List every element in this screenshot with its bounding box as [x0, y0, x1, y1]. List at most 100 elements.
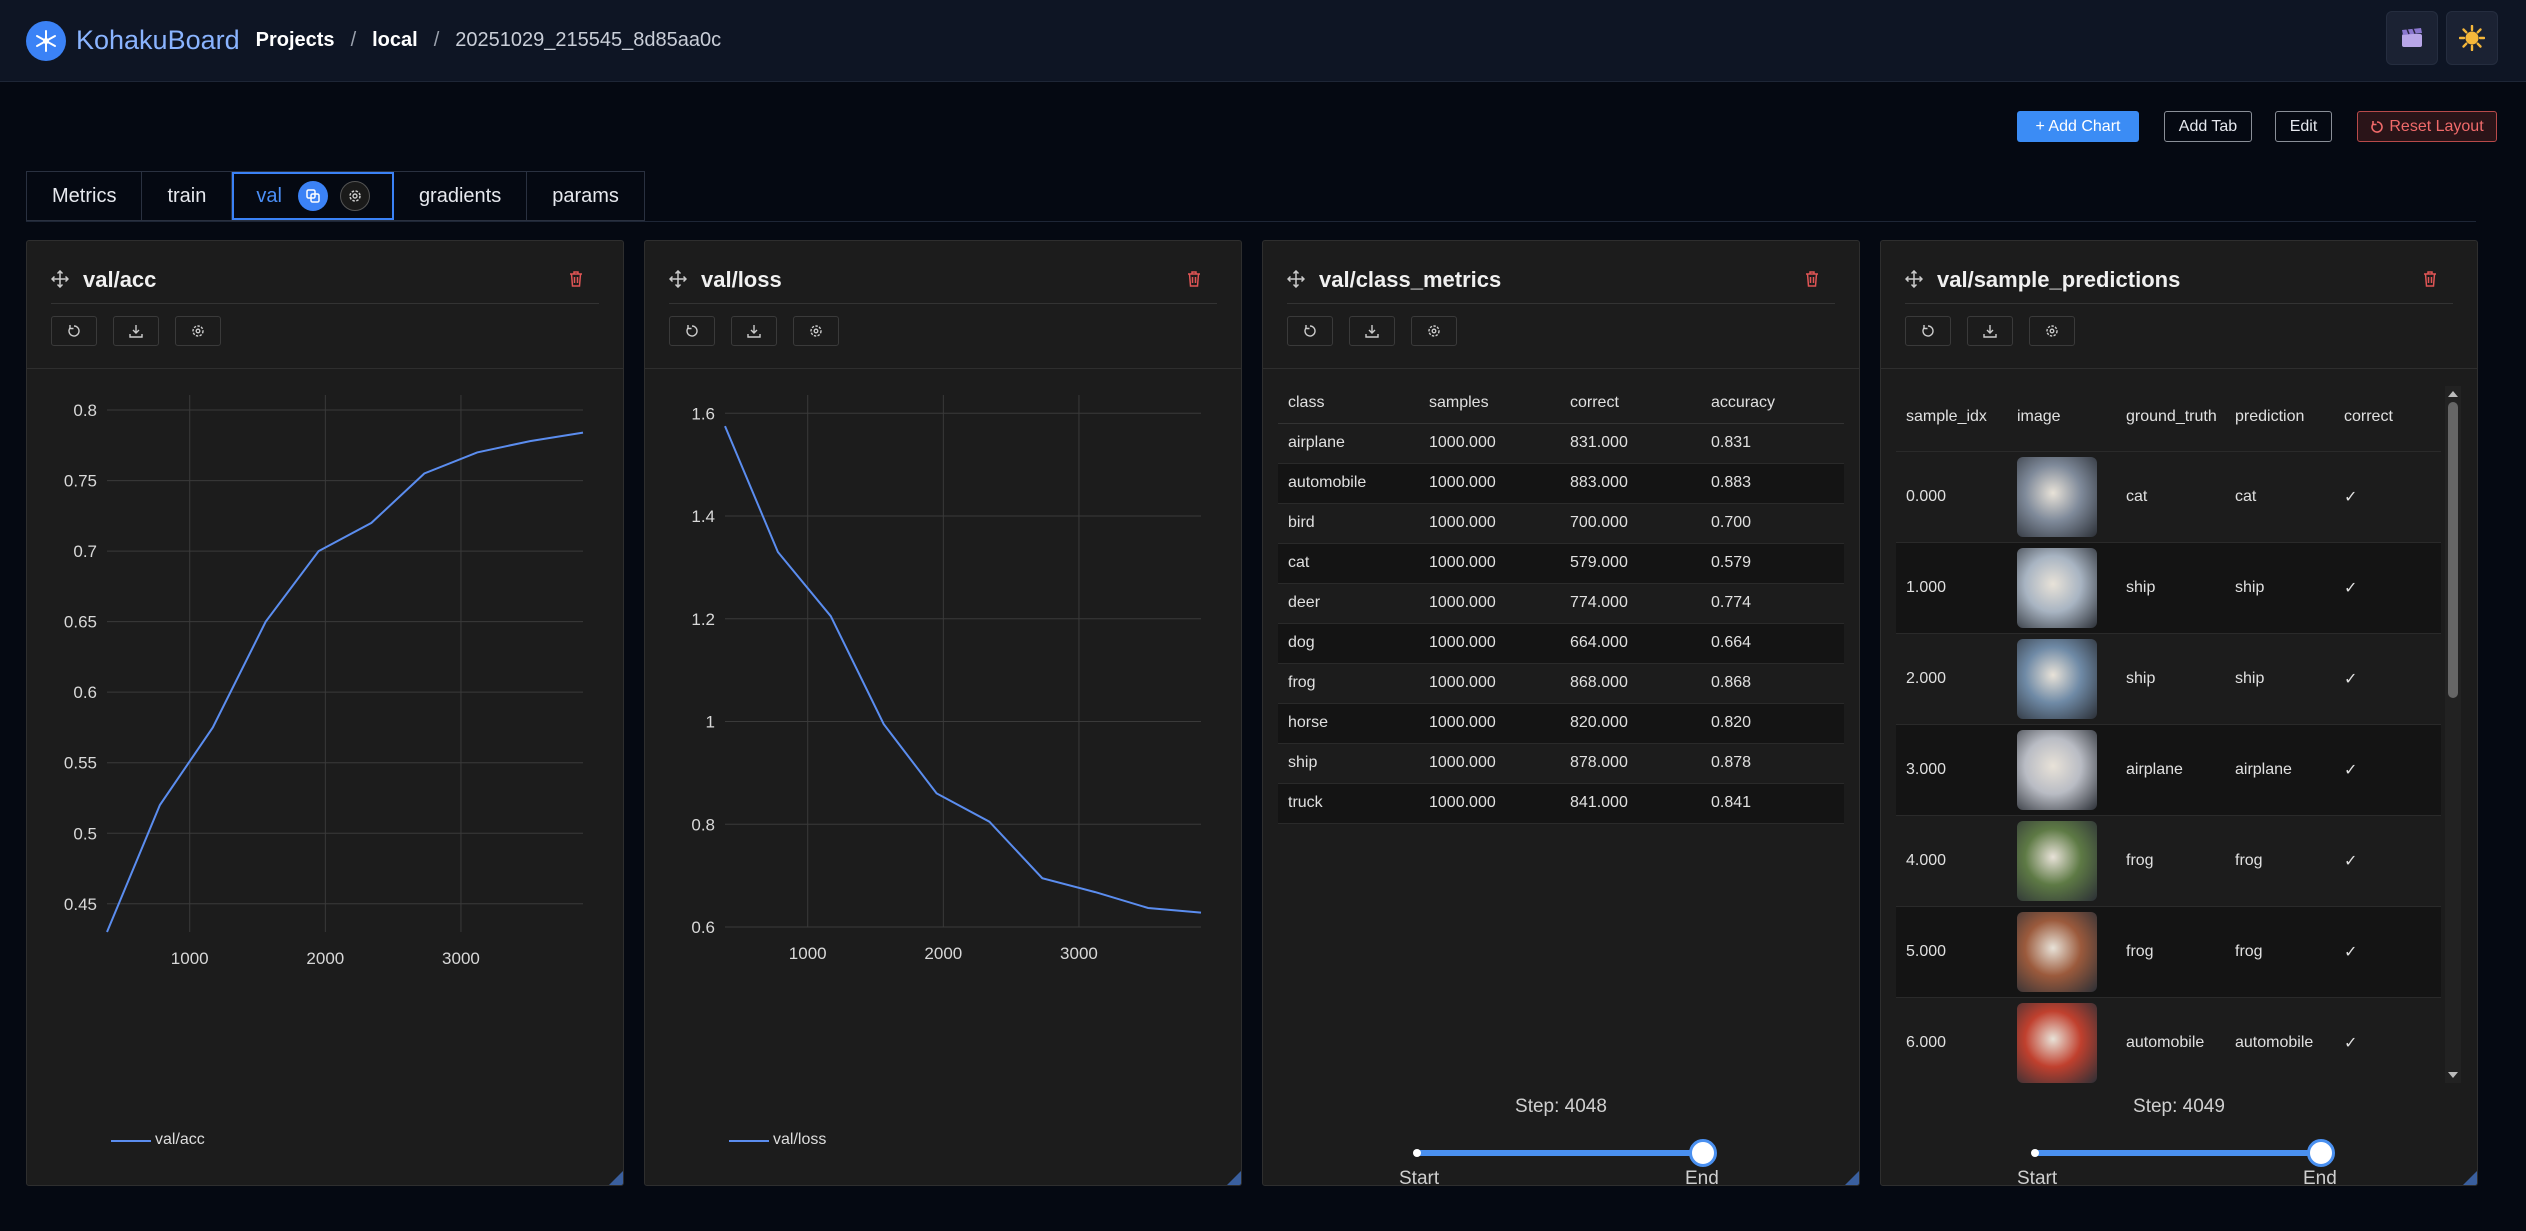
table-cell: 0.883: [1701, 463, 1844, 504]
automobile-photo[interactable]: [2017, 1002, 2097, 1083]
table-cell: 1000.000: [1419, 663, 1560, 704]
slider-start-label: Start: [2017, 1168, 2058, 1186]
tab-val[interactable]: val: [232, 172, 394, 220]
kohaku-logo-icon[interactable]: [26, 20, 66, 61]
drag-move-icon[interactable]: [1905, 270, 1923, 288]
refresh-button[interactable]: [669, 316, 715, 346]
correct-cell: ✓: [2334, 450, 2441, 542]
y-tick-label: 1.2: [691, 610, 715, 629]
edit-button[interactable]: Edit: [2275, 111, 2332, 142]
cat-photo[interactable]: [2017, 456, 2097, 537]
drag-move-icon[interactable]: [669, 270, 687, 288]
clapperboard-button[interactable]: [2386, 11, 2438, 65]
ground-truth-cell: frog: [2116, 905, 2225, 997]
drag-move-icon[interactable]: [1287, 270, 1305, 288]
ship-photo[interactable]: [2017, 547, 2097, 628]
scroll-down-arrow-icon[interactable]: [2445, 1067, 2461, 1083]
trash-icon[interactable]: [2423, 271, 2437, 287]
column-header[interactable]: image: [2007, 383, 2116, 451]
download-button[interactable]: [113, 316, 159, 346]
chart-settings-button[interactable]: [175, 316, 221, 346]
tab-train[interactable]: train: [142, 172, 233, 220]
breadcrumb-project[interactable]: local: [372, 29, 418, 52]
column-header[interactable]: samples: [1419, 383, 1560, 424]
tab-settings-button[interactable]: [339, 181, 370, 211]
vertical-scrollbar[interactable]: [2445, 386, 2461, 1083]
legend-label[interactable]: val/acc: [155, 1131, 205, 1149]
resize-handle[interactable]: [1845, 1171, 1859, 1185]
tab-gradients[interactable]: gradients: [394, 172, 528, 220]
refresh-button[interactable]: [51, 316, 97, 346]
add-chart-button[interactable]: + Add Chart: [2017, 111, 2139, 142]
airplane-photo[interactable]: [2017, 729, 2097, 810]
table-cell: frog: [1278, 663, 1419, 704]
breadcrumb-separator: /: [433, 29, 440, 51]
table-cell: 664.000: [1560, 623, 1701, 664]
column-header[interactable]: prediction: [2225, 383, 2334, 451]
tab-params[interactable]: params: [527, 172, 644, 220]
table-row: truck 1000.000 841.000 0.841: [1278, 783, 1844, 824]
val-acc-chart[interactable]: 0.45 0.5 0.55 0.6 0.65 0.7 0.75 0.8 1000 2000 3000: [27, 370, 624, 1180]
column-header[interactable]: accuracy: [1701, 383, 1844, 424]
card-header: val/loss: [645, 241, 1241, 369]
val-loss-chart[interactable]: 0.6 0.8 1 1.2 1.4 1.6 1000 2000 3000: [645, 370, 1242, 1180]
resize-handle[interactable]: [609, 1171, 623, 1185]
chart-settings-button[interactable]: [793, 316, 839, 346]
column-header[interactable]: class: [1278, 383, 1419, 424]
frog-photo[interactable]: [2017, 820, 2097, 901]
reset-layout-button[interactable]: Reset Layout: [2357, 111, 2497, 142]
table-header-row: class samples correct accuracy: [1278, 383, 1844, 424]
app-name[interactable]: KohakuBoard: [76, 25, 240, 56]
resize-handle[interactable]: [2463, 1171, 2477, 1185]
chart-card-val-acc: val/acc 0.45 0.5 0.55 0.6 0.65 0.7 0.75 0.8 1000…: [26, 240, 624, 1186]
step-slider-end-handle[interactable]: [1689, 1139, 1717, 1167]
refresh-icon: [1304, 325, 1316, 337]
series-line-val-acc: [106, 431, 584, 933]
trash-icon[interactable]: [569, 271, 583, 287]
frog-photo[interactable]: [2017, 911, 2097, 992]
sample-predictions-scroll-area[interactable]: sample_idx image ground_truth prediction…: [1896, 383, 2441, 1088]
copy-tab-button[interactable]: [297, 181, 328, 211]
step-slider-start-handle[interactable]: [1413, 1149, 1421, 1157]
ship-photo[interactable]: [2017, 638, 2097, 719]
breadcrumb-projects[interactable]: Projects: [256, 29, 335, 52]
step-slider-track[interactable]: [1417, 1150, 1702, 1156]
step-slider-track[interactable]: [2035, 1150, 2320, 1156]
column-header[interactable]: sample_idx: [1896, 383, 2007, 451]
refresh-button[interactable]: [1905, 316, 1951, 346]
step-slider-start-handle[interactable]: [2031, 1149, 2039, 1157]
download-button[interactable]: [731, 316, 777, 346]
download-button[interactable]: [1967, 316, 2013, 346]
table-cell: automobile: [1278, 463, 1419, 504]
slider-start-label: Start: [1399, 1168, 1440, 1186]
y-tick-label: 0.8: [73, 401, 97, 420]
scrollbar-thumb[interactable]: [2448, 402, 2458, 698]
table-row: automobile 1000.000 883.000 0.883: [1278, 463, 1844, 504]
table-cell: 831.000: [1560, 423, 1701, 464]
sample-idx-cell: 4.000: [1896, 814, 2007, 906]
trash-icon[interactable]: [1805, 271, 1819, 287]
theme-toggle-button[interactable]: [2446, 11, 2498, 65]
refresh-button[interactable]: [1287, 316, 1333, 346]
download-button[interactable]: [1349, 316, 1395, 346]
table-card-class-metrics: val/class_metrics class samples correct …: [1262, 240, 1860, 1186]
column-header[interactable]: correct: [2334, 383, 2441, 451]
scroll-up-arrow-icon[interactable]: [2445, 386, 2461, 402]
tab-bar: Metrics train val gradients params: [26, 171, 645, 221]
trash-icon[interactable]: [1187, 271, 1201, 287]
legend-label[interactable]: val/loss: [773, 1131, 826, 1149]
step-slider-end-handle[interactable]: [2307, 1139, 2335, 1167]
chart-settings-button[interactable]: [2029, 316, 2075, 346]
download-icon: [1365, 325, 1379, 338]
refresh-icon: [686, 325, 698, 337]
sample-idx-cell: 0.000: [1896, 450, 2007, 542]
drag-move-icon[interactable]: [51, 270, 69, 288]
table-cell: 1000.000: [1419, 463, 1560, 504]
column-header[interactable]: ground_truth: [2116, 383, 2225, 451]
resize-handle[interactable]: [1227, 1171, 1241, 1185]
add-tab-button[interactable]: Add Tab: [2164, 111, 2252, 142]
tab-metrics[interactable]: Metrics: [27, 172, 143, 220]
column-header[interactable]: correct: [1560, 383, 1701, 424]
chart-settings-button[interactable]: [1411, 316, 1457, 346]
table-row: 5.000 frog frog ✓: [1896, 905, 2441, 997]
